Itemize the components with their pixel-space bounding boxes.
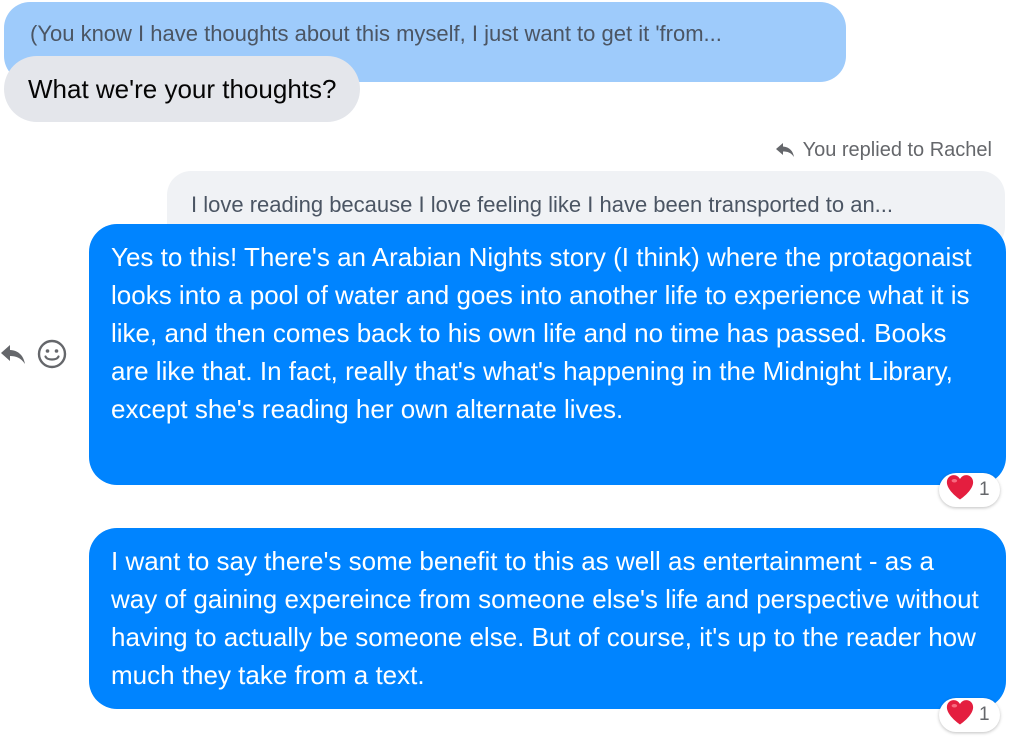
- heart-icon: [945, 473, 975, 507]
- reply-indicator: You replied to Rachel: [775, 138, 992, 162]
- reaction-count: 1: [979, 479, 990, 500]
- reaction-badge[interactable]: 1: [939, 698, 1000, 732]
- quoted-outgoing-text: I love reading because I love feeling li…: [191, 192, 894, 217]
- reaction-badge[interactable]: 1: [939, 473, 1000, 507]
- heart-icon: [945, 698, 975, 732]
- reply-arrow-icon: [775, 142, 795, 158]
- reply-indicator-text: You replied to Rachel: [802, 139, 992, 161]
- outgoing-message-text: Yes to this! There's an Arabian Nights s…: [111, 242, 972, 424]
- emoji-icon[interactable]: [36, 338, 68, 370]
- quoted-incoming-text: (You know I have thoughts about this mys…: [30, 21, 722, 46]
- message-hover-actions: [0, 338, 68, 370]
- outgoing-message-bubble[interactable]: Yes to this! There's an Arabian Nights s…: [89, 224, 1006, 485]
- reply-icon[interactable]: [0, 343, 26, 365]
- reaction-count: 1: [979, 704, 990, 725]
- incoming-message-bubble[interactable]: What we're your thoughts?: [4, 56, 361, 122]
- incoming-message-text: What we're your thoughts?: [28, 74, 337, 104]
- outgoing-message-bubble[interactable]: I want to say there's some benefit to th…: [89, 528, 1006, 709]
- message-thread: (You know I have thoughts about this mys…: [0, 0, 1026, 744]
- outgoing-message-text: I want to say there's some benefit to th…: [111, 546, 979, 690]
